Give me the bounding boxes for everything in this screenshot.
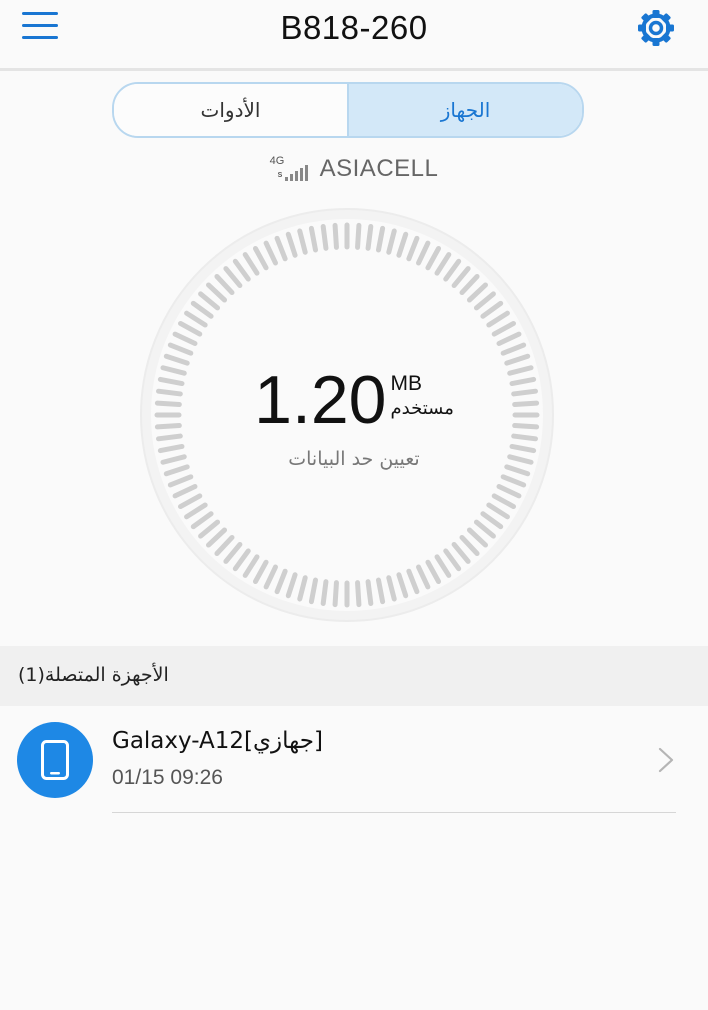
gear-icon[interactable] bbox=[634, 6, 678, 50]
page-title: B818-260 bbox=[280, 9, 428, 46]
chevron-right-icon[interactable] bbox=[656, 746, 676, 774]
list-item[interactable]: Galaxy-A12[جهازي] 01/15 09:26 bbox=[0, 706, 708, 814]
connected-devices-title: الأجهزة المتصلة(1) bbox=[18, 664, 169, 686]
dial-tick bbox=[320, 224, 329, 251]
dial-tick bbox=[365, 224, 374, 251]
app-header: B818-260 bbox=[0, 0, 708, 71]
tab-device[interactable]: الجهاز bbox=[347, 84, 582, 136]
dial-tick bbox=[332, 580, 339, 608]
network-status: 4G S ASIACELL bbox=[0, 155, 708, 183]
dial-tick bbox=[365, 579, 374, 606]
data-usage-readout: 1.20 MB مستخدم bbox=[0, 360, 708, 440]
sim-label: S bbox=[277, 172, 283, 179]
network-type-label: 4G bbox=[269, 155, 285, 167]
operator-name: ASIACELL bbox=[319, 155, 439, 182]
dial-tick bbox=[332, 222, 339, 250]
tab-tools[interactable]: الأدوات bbox=[114, 84, 347, 136]
device-connected-time: 01/15 09:26 bbox=[112, 766, 223, 789]
dial-tick bbox=[355, 222, 362, 250]
view-switcher: الأدوات الجهاز bbox=[112, 82, 584, 138]
usage-value: 1.20 bbox=[254, 362, 387, 438]
dial-tick bbox=[320, 579, 329, 606]
device-avatar bbox=[17, 722, 93, 798]
usage-label: مستخدم bbox=[390, 398, 454, 419]
smartphone-icon bbox=[41, 740, 69, 780]
set-data-limit-link[interactable]: تعيين حد البيانات bbox=[0, 448, 708, 470]
signal-strength-icon: 4G S bbox=[270, 155, 310, 183]
divider bbox=[112, 812, 676, 813]
dial-tick bbox=[355, 580, 362, 608]
connected-devices-header: الأجهزة المتصلة(1) bbox=[0, 646, 708, 706]
usage-unit: MB bbox=[390, 372, 423, 395]
device-name: Galaxy-A12[جهازي] bbox=[112, 728, 323, 754]
